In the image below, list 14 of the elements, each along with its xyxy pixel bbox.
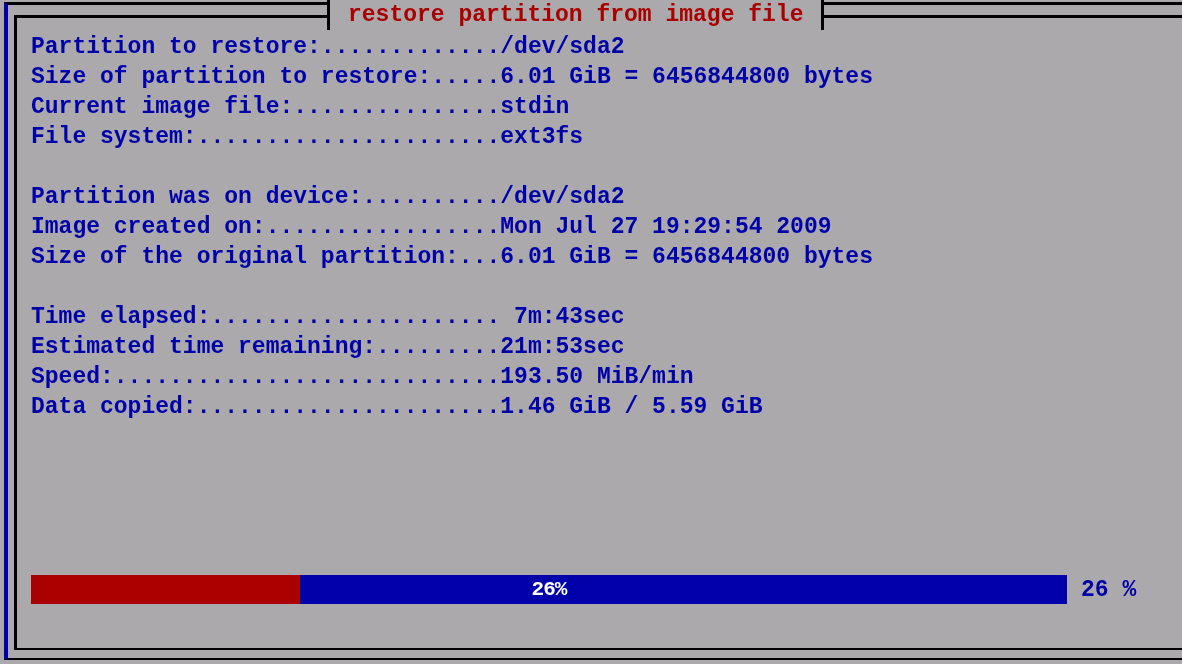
info-line: Data copied:......................1.46 GiB / 5.59 GiB	[31, 393, 764, 422]
info-line: Image created on:.................Mon Jul 27 19:29:54 2009	[31, 213, 833, 242]
progress-reading: 26 %	[1081, 576, 1137, 603]
info-line: File system:......................ext3fs	[31, 123, 585, 152]
window-title: restore partition from image file	[327, 0, 825, 30]
info-line: Partition was on device:........../dev/sda2	[31, 183, 626, 212]
info-line: Partition to restore:............./dev/sda2	[31, 33, 626, 62]
info-line: Size of partition to restore:.....6.01 GiB = 6456844800 bytes	[31, 63, 874, 92]
info-line: Time elapsed:..................... 7m:43sec	[31, 303, 626, 332]
info-line: Size of the original partition:...6.01 GiB = 6456844800 bytes	[31, 243, 874, 272]
info-line: Estimated time remaining:.........21m:53sec	[31, 333, 626, 362]
info-line: Current image file:...............stdin	[31, 93, 571, 122]
progress-percent: 26%	[531, 577, 567, 603]
info-line: Speed:............................193.50 MiB/min	[31, 363, 695, 392]
